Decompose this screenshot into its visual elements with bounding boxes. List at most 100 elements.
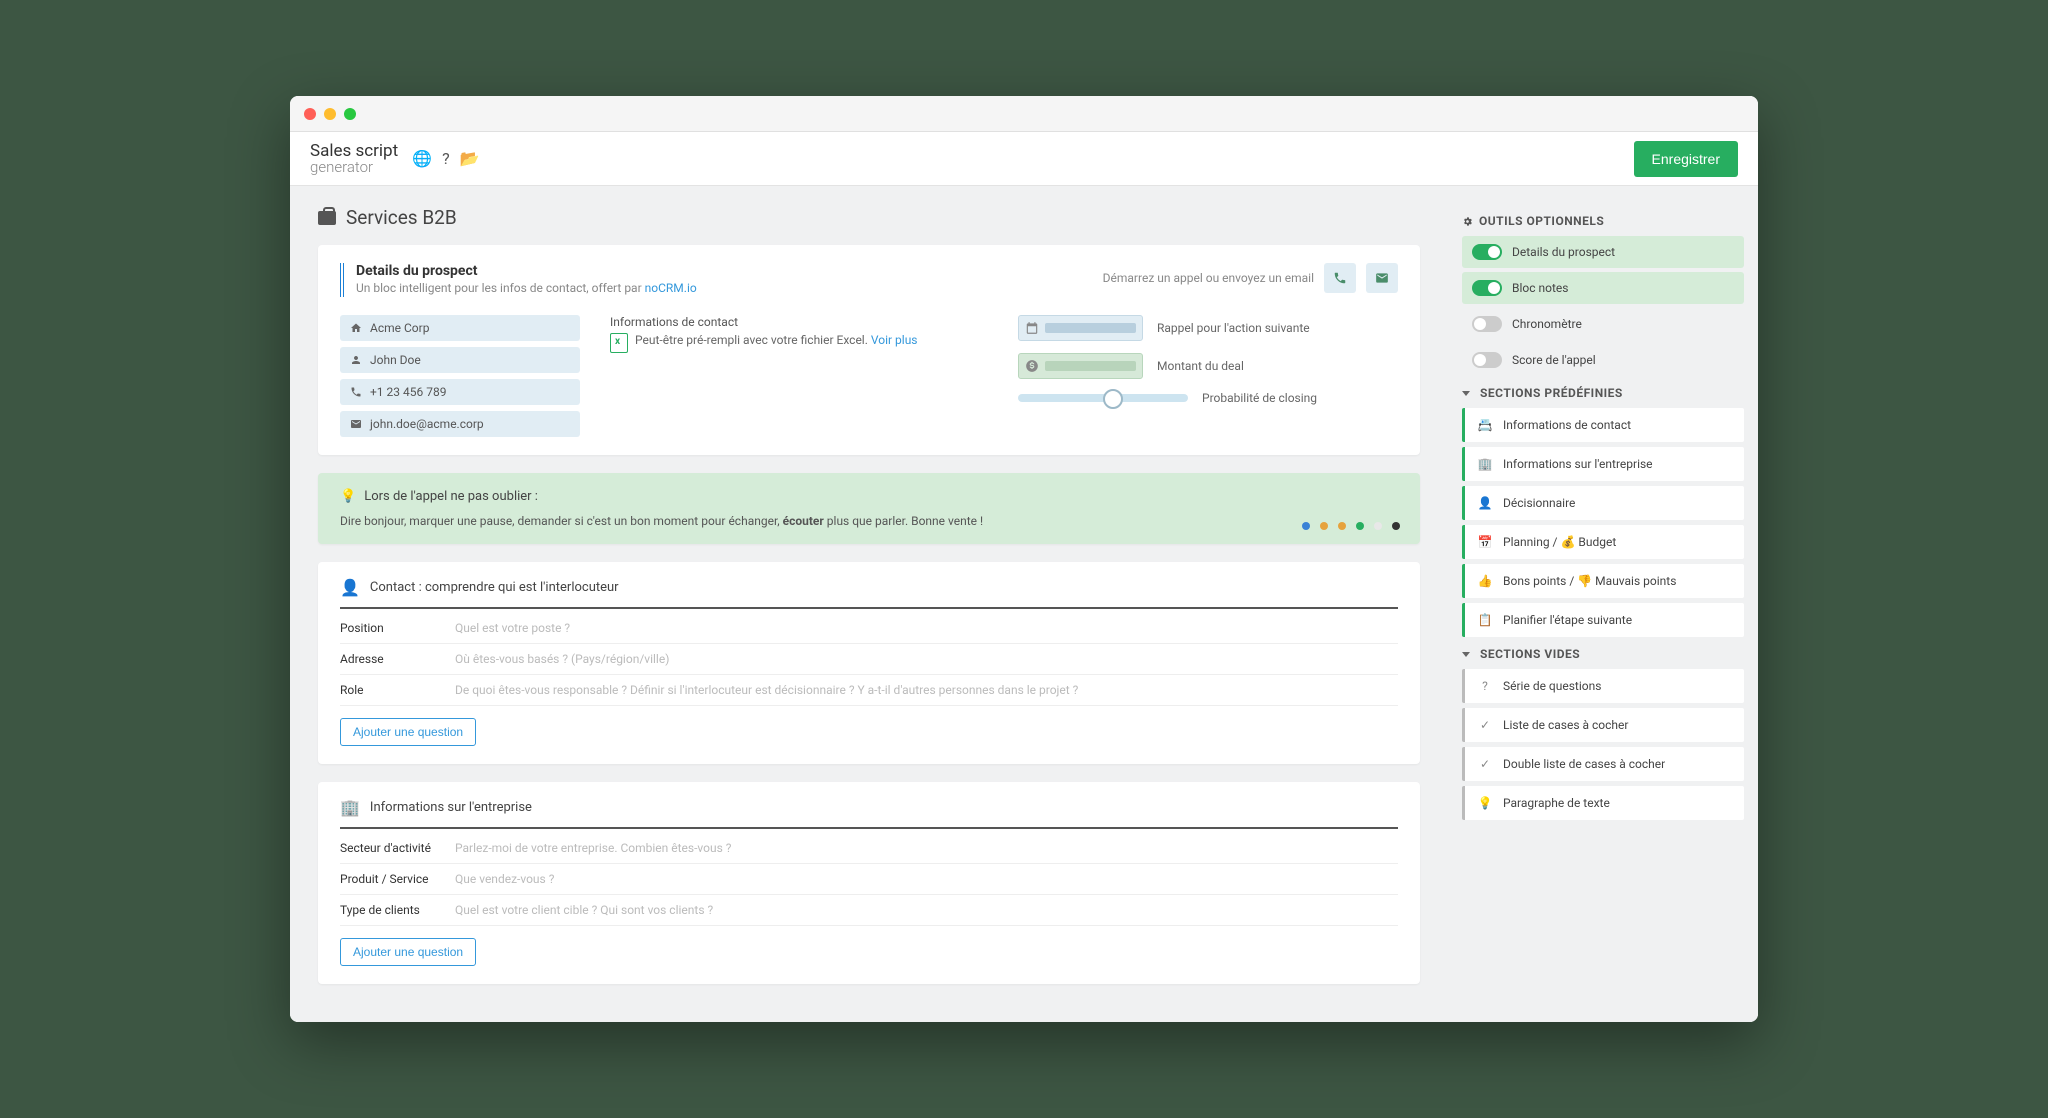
item-label: Liste de cases à cocher (1503, 718, 1628, 732)
save-button[interactable]: Enregistrer (1634, 141, 1738, 177)
toggle-switch[interactable] (1472, 244, 1502, 260)
item-icon: ✓ (1477, 718, 1493, 732)
item-label: Double liste de cases à cocher (1503, 757, 1665, 771)
section-title: Informations sur l'entreprise (370, 800, 532, 815)
email-button[interactable] (1366, 263, 1398, 293)
phone-chip[interactable]: +1 23 456 789 (340, 379, 580, 405)
predefined-section-item[interactable]: 🏢Informations sur l'entreprise (1462, 447, 1744, 481)
top-toolbar: Sales scriptgenerator 🌐 ? 📂 Enregistrer (290, 132, 1758, 186)
email-chip[interactable]: john.doe@acme.corp (340, 411, 580, 437)
empty-section-item[interactable]: ✓ Liste de cases à cocher (1462, 708, 1744, 742)
color-dot[interactable] (1392, 522, 1400, 530)
nocrm-link[interactable]: noCRM.io (645, 281, 697, 295)
help-icon[interactable]: ? (442, 149, 450, 168)
globe-icon[interactable]: 🌐 (412, 149, 432, 168)
section-icon: 👤 (340, 578, 360, 597)
company-chip[interactable]: Acme Corp (340, 315, 580, 341)
question-row[interactable]: Type de clients Quel est votre client ci… (340, 895, 1398, 926)
predefined-section-item[interactable]: 📋 Planifier l'étape suivante (1462, 603, 1744, 637)
prospect-body: Acme Corp John Doe +1 23 456 789 john.do… (340, 315, 1398, 437)
prospect-fields: Rappel pour l'action suivante Montant du… (1018, 315, 1398, 437)
item-icon: 📇 (1477, 418, 1493, 432)
item-label: Planning / 💰 Budget (1503, 535, 1616, 549)
deal-input[interactable] (1018, 353, 1143, 379)
toggle-row[interactable]: Chronomètre (1462, 308, 1744, 340)
window-titlebar (290, 96, 1758, 132)
item-label: Bons points / 👎 Mauvais points (1503, 574, 1676, 588)
item-icon: 🏢 (1477, 457, 1493, 471)
predefined-section-item[interactable]: 👤Décisionnaire (1462, 486, 1744, 520)
window-minimize-icon[interactable] (324, 108, 336, 120)
item-icon: 💡 (1477, 796, 1493, 810)
question-row[interactable]: Adresse Où êtes-vous basés ? (Pays/régio… (340, 644, 1398, 675)
item-icon: 📋 (1477, 613, 1493, 627)
prospect-title: Details du prospect (356, 263, 697, 279)
section-header: 👤 Contact : comprendre qui est l'interlo… (340, 578, 1398, 609)
add-question-button[interactable]: Ajouter une question (340, 718, 476, 746)
toggle-switch[interactable] (1472, 316, 1502, 332)
window-maximize-icon[interactable] (344, 108, 356, 120)
empty-section-item[interactable]: ?Série de questions (1462, 669, 1744, 703)
toggle-row[interactable]: Details du prospect (1462, 236, 1744, 268)
question-label: Secteur d'activité (340, 841, 455, 855)
question-label: Adresse (340, 652, 455, 666)
item-label: Planifier l'étape suivante (1503, 613, 1632, 627)
prob-label: Probabilité de closing (1202, 391, 1317, 405)
empty-section-item[interactable]: 💡Paragraphe de texte (1462, 786, 1744, 820)
predefined-section-item[interactable]: 📇 Informations de contact (1462, 408, 1744, 442)
toggle-row[interactable]: Score de l'appel (1462, 344, 1744, 376)
item-icon: 📅 (1477, 535, 1493, 549)
toggle-label: Details du prospect (1512, 245, 1615, 259)
color-dot[interactable] (1320, 522, 1328, 530)
predefined-sections-header: SECTIONS PRÉDÉFINIES (1462, 386, 1744, 400)
question-placeholder: Où êtes-vous basés ? (Pays/région/ville) (455, 652, 1398, 666)
section-icon: 🏢 (340, 798, 360, 817)
envelope-icon (350, 418, 362, 430)
probability-slider[interactable] (1018, 394, 1188, 402)
color-dot[interactable] (1356, 522, 1364, 530)
person-chip[interactable]: John Doe (340, 347, 580, 373)
color-dot[interactable] (1302, 522, 1310, 530)
prob-field: Probabilité de closing (1018, 391, 1398, 405)
folder-icon[interactable]: 📂 (460, 149, 480, 168)
gear-icon (1462, 216, 1473, 227)
toggle-row[interactable]: Bloc notes (1462, 272, 1744, 304)
empty-sections-header: SECTIONS VIDES (1462, 647, 1744, 661)
question-label: Role (340, 683, 455, 697)
page-title-text: Services B2B (346, 206, 457, 229)
color-dot[interactable] (1338, 522, 1346, 530)
predefined-section-item[interactable]: 👍 Bons points / 👎 Mauvais points (1462, 564, 1744, 598)
toggle-switch[interactable] (1472, 280, 1502, 296)
add-question-button[interactable]: Ajouter une question (340, 938, 476, 966)
dollar-icon (1025, 359, 1039, 373)
question-row[interactable]: Produit / Service Que vendez-vous ? (340, 864, 1398, 895)
predefined-section-item[interactable]: 📅 Planning / 💰 Budget (1462, 525, 1744, 559)
section-header: 🏢 Informations sur l'entreprise (340, 798, 1398, 829)
reminder-label: Rappel pour l'action suivante (1157, 321, 1310, 335)
chevron-down-icon (1462, 652, 1470, 657)
question-row[interactable]: Role De quoi êtes-vous responsable ? Déf… (340, 675, 1398, 706)
prospect-contact-chips: Acme Corp John Doe +1 23 456 789 john.do… (340, 315, 580, 437)
reminder-input[interactable] (1018, 315, 1143, 341)
stripe-icon (340, 263, 346, 297)
item-icon: ✓ (1477, 757, 1493, 771)
item-icon: 👍 (1477, 574, 1493, 588)
excel-link[interactable]: Voir plus (871, 333, 918, 347)
toggle-label: Bloc notes (1512, 281, 1568, 295)
prospect-contact-info: Informations de contact Peut-être pré-re… (610, 315, 988, 437)
empty-section-item[interactable]: ✓ Double liste de cases à cocher (1462, 747, 1744, 781)
app-body: Services B2B Details du prospect Un bloc… (290, 186, 1758, 1022)
tip-title: 💡 Lors de l'appel ne pas oublier : (340, 489, 1398, 504)
call-button[interactable] (1324, 263, 1356, 293)
color-dot[interactable] (1374, 522, 1382, 530)
toggle-switch[interactable] (1472, 352, 1502, 368)
prospect-header-right: Démarrez un appel ou envoyez un email (1103, 263, 1398, 293)
question-row[interactable]: Position Quel est votre poste ? (340, 613, 1398, 644)
window-close-icon[interactable] (304, 108, 316, 120)
toggle-label: Score de l'appel (1512, 353, 1596, 367)
toolbar-icons: 🌐 ? 📂 (412, 149, 479, 168)
tip-card: 💡 Lors de l'appel ne pas oublier : Dire … (318, 473, 1420, 544)
section-card: 🏢 Informations sur l'entreprise Secteur … (318, 782, 1420, 984)
item-label: Informations de contact (1503, 418, 1631, 432)
question-row[interactable]: Secteur d'activité Parlez-moi de votre e… (340, 833, 1398, 864)
